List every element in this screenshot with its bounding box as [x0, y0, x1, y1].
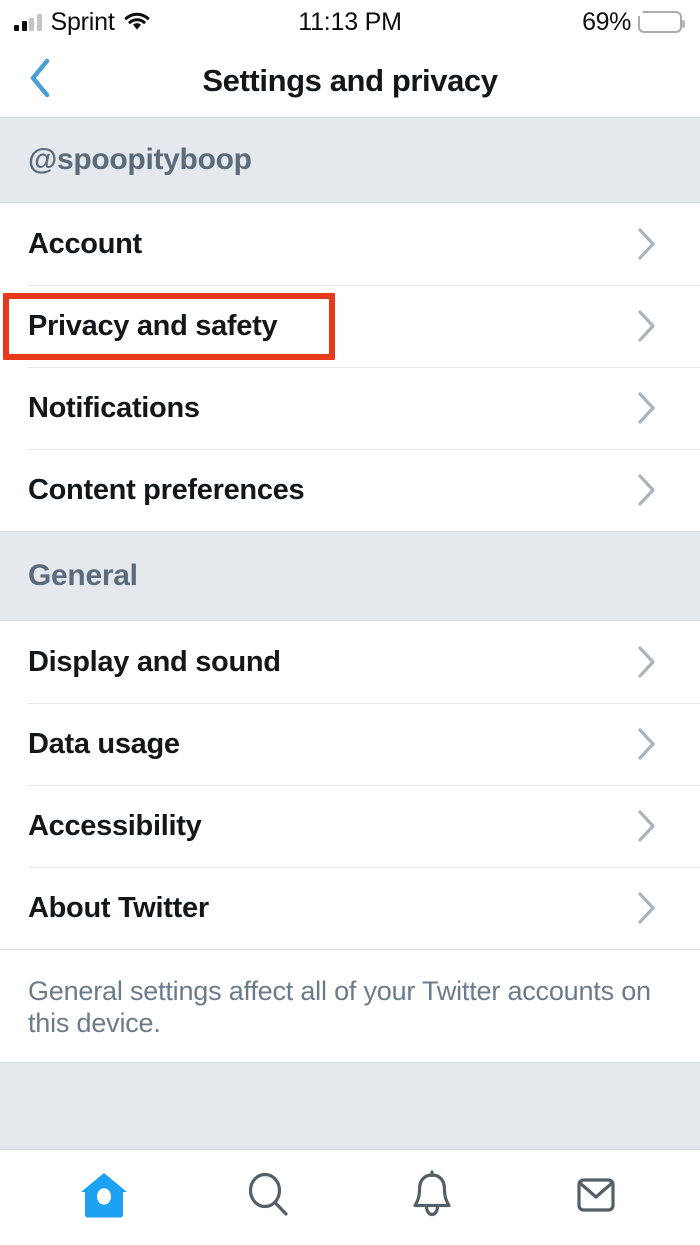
settings-row-account[interactable]: Account — [0, 203, 700, 285]
section-header-account: @spoopityboop — [0, 117, 700, 203]
home-icon — [77, 1168, 131, 1227]
settings-row-label: About Twitter — [28, 891, 209, 924]
bell-icon — [405, 1168, 459, 1227]
battery-charging-icon — [637, 6, 685, 33]
chevron-right-icon — [636, 891, 672, 925]
status-bar-right: 69% — [582, 6, 685, 37]
settings-row-label: Content preferences — [28, 473, 305, 506]
search-icon — [241, 1168, 295, 1227]
chevron-right-icon — [636, 645, 672, 679]
bottom-tab-bar — [0, 1150, 700, 1245]
wifi-icon — [124, 12, 150, 32]
settings-row-content-preferences[interactable]: Content preferences — [0, 449, 700, 531]
empty-section-band — [0, 1061, 700, 1150]
general-footnote: General settings affect all of your Twit… — [0, 950, 700, 1062]
back-button[interactable] — [16, 57, 64, 105]
settings-list-account: Account Privacy and safety Notifications — [0, 203, 700, 531]
settings-row-notifications[interactable]: Notifications — [0, 367, 700, 449]
section-header-general: General — [0, 531, 700, 621]
chevron-right-icon — [636, 391, 672, 425]
chevron-left-icon — [26, 56, 54, 105]
carrier-label: Sprint — [50, 7, 115, 36]
chevron-right-icon — [636, 809, 672, 843]
page-title: Settings and privacy — [202, 62, 498, 98]
settings-row-label: Privacy and safety — [28, 309, 278, 342]
tab-home[interactable] — [58, 1162, 150, 1234]
settings-row-label: Notifications — [28, 391, 200, 424]
settings-row-display-and-sound[interactable]: Display and sound — [0, 621, 700, 703]
settings-list-general: Display and sound Data usage Accessibili… — [0, 621, 700, 949]
section-header-label: @spoopityboop — [28, 143, 252, 176]
navigation-bar: Settings and privacy — [0, 44, 700, 117]
status-bar-left: Sprint — [14, 7, 150, 36]
settings-row-label: Accessibility — [28, 809, 202, 842]
chevron-right-icon — [636, 473, 672, 507]
settings-row-about-twitter[interactable]: About Twitter — [0, 867, 700, 949]
tab-messages[interactable] — [550, 1162, 642, 1234]
tab-search[interactable] — [222, 1162, 314, 1234]
general-footnote-text: General settings affect all of your Twit… — [28, 976, 651, 1038]
status-bar: Sprint 11:13 PM 69% — [0, 0, 700, 44]
tab-notifications[interactable] — [386, 1162, 478, 1234]
chevron-right-icon — [636, 227, 672, 261]
settings-row-accessibility[interactable]: Accessibility — [0, 785, 700, 867]
settings-row-data-usage[interactable]: Data usage — [0, 703, 700, 785]
chevron-right-icon — [636, 309, 672, 343]
envelope-icon — [569, 1168, 623, 1227]
cellular-signal-icon — [14, 13, 42, 31]
settings-row-label: Data usage — [28, 727, 180, 760]
battery-percent-label: 69% — [582, 7, 631, 36]
section-header-label: General — [28, 559, 138, 592]
settings-row-privacy-and-safety[interactable]: Privacy and safety — [0, 285, 700, 367]
settings-row-label: Display and sound — [28, 645, 281, 678]
chevron-right-icon — [636, 727, 672, 761]
phone-screen: Sprint 11:13 PM 69% Settings and privacy… — [0, 0, 700, 1245]
settings-row-label: Account — [28, 227, 142, 260]
